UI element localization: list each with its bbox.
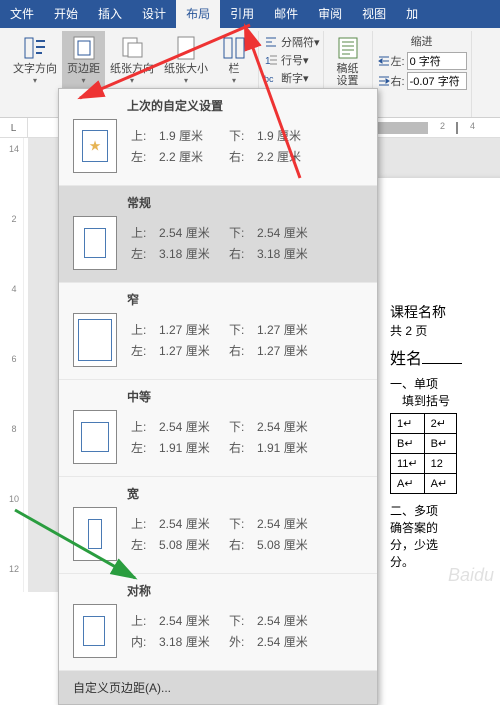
- tab-引用[interactable]: 引用: [220, 0, 264, 28]
- ruler-corner[interactable]: L: [0, 118, 28, 138]
- vruler-tick: 6: [4, 354, 24, 364]
- tab-视图[interactable]: 视图: [352, 0, 396, 28]
- margin-thumb-icon: ★: [73, 119, 117, 173]
- svg-text:1: 1: [265, 56, 271, 67]
- margin-thumb-icon: [73, 410, 117, 464]
- table-cell: B↵: [424, 434, 456, 454]
- vruler-tick: 2: [4, 214, 24, 224]
- doc-section1: 一、单项: [390, 375, 500, 392]
- table-cell: 1↵: [391, 414, 425, 434]
- doc-title: 课程名称: [390, 302, 500, 322]
- doc-section2: 二、多项: [390, 502, 500, 519]
- table-cell: A↵: [424, 474, 456, 494]
- indent-right-icon: [377, 74, 391, 88]
- doc-hint2: 确答案的: [390, 519, 500, 536]
- document-page: 课程名称 共 2 页 姓名 一、单项 填到括号 1↵2↵B↵B↵11↵12A↵A…: [378, 178, 500, 592]
- doc-pages: 共 2 页: [390, 322, 500, 339]
- doc-table: 1↵2↵B↵B↵11↵12A↵A↵: [390, 413, 457, 494]
- text-direction-button[interactable]: 文字方向▾: [8, 31, 62, 89]
- table-cell: 11↵: [391, 454, 425, 474]
- line-numbers-button[interactable]: 1行号 ▾: [264, 51, 320, 69]
- tab-审阅[interactable]: 审阅: [308, 0, 352, 28]
- margin-thumb-icon: [73, 313, 117, 367]
- vruler-tick: 10: [4, 494, 24, 504]
- columns-button[interactable]: 栏▾: [213, 31, 255, 89]
- margin-thumb-icon: [73, 507, 117, 561]
- vruler-tick: 14: [4, 144, 24, 154]
- margin-preset-窄[interactable]: 窄 上:1.27 厘米下:1.27 厘米 左:1.27 厘米右:1.27 厘米: [59, 283, 377, 380]
- horizontal-ruler-right: 2 4: [378, 118, 500, 138]
- margin-thumb-icon: [73, 216, 117, 270]
- margins-dropdown: 上次的自定义设置 ★ 上:1.9 厘米下:1.9 厘米 左:2.2 厘米右:2.…: [58, 88, 378, 705]
- tab-插入[interactable]: 插入: [88, 0, 132, 28]
- margin-preset-常规[interactable]: 常规 上:2.54 厘米下:2.54 厘米 左:3.18 厘米右:3.18 厘米: [59, 186, 377, 283]
- indent-left-icon: [377, 54, 391, 68]
- paper-settings-button[interactable]: 稿纸设置: [327, 31, 369, 91]
- breaks-icon: [264, 35, 278, 49]
- vruler-tick: 12: [4, 564, 24, 574]
- margin-thumb-icon: [73, 604, 117, 658]
- hyphen-icon: bc: [264, 71, 278, 85]
- linenum-icon: 1: [264, 53, 278, 67]
- indent-left-input[interactable]: [407, 52, 467, 70]
- indent-right-input[interactable]: [407, 72, 467, 90]
- hyphenation-button[interactable]: bc断字 ▾: [264, 69, 320, 87]
- vertical-ruler: 14 2 4 6 8 10 12: [4, 138, 24, 592]
- custom-margins-button[interactable]: 自定义页边距(A)...: [59, 671, 377, 704]
- size-button[interactable]: 纸张大小▾: [159, 31, 213, 89]
- tab-文件[interactable]: 文件: [0, 0, 44, 28]
- tab-开始[interactable]: 开始: [44, 0, 88, 28]
- margin-preset-对称[interactable]: 对称 上:2.54 厘米下:2.54 厘米 内:3.18 厘米外:2.54 厘米: [59, 574, 377, 671]
- margin-preset-上次的自定义设置[interactable]: 上次的自定义设置 ★ 上:1.9 厘米下:1.9 厘米 左:2.2 厘米右:2.…: [59, 89, 377, 186]
- doc-hint3: 分，少选: [390, 536, 500, 553]
- tab-加[interactable]: 加: [396, 0, 428, 28]
- svg-text:bc: bc: [264, 74, 274, 84]
- table-cell: 12: [424, 454, 456, 474]
- margin-preset-宽[interactable]: 宽 上:2.54 厘米下:2.54 厘米 左:5.08 厘米右:5.08 厘米: [59, 477, 377, 574]
- vruler-tick: 4: [4, 284, 24, 294]
- breaks-button[interactable]: 分隔符 ▾: [264, 33, 320, 51]
- table-cell: B↵: [391, 434, 425, 454]
- tab-设计[interactable]: 设计: [132, 0, 176, 28]
- orientation-button[interactable]: 纸张方向▾: [105, 31, 159, 89]
- watermark: Baidu: [448, 565, 494, 586]
- margin-preset-中等[interactable]: 中等 上:2.54 厘米下:2.54 厘米 左:1.91 厘米右:1.91 厘米: [59, 380, 377, 477]
- table-cell: 2↵: [424, 414, 456, 434]
- tab-布局[interactable]: 布局: [176, 0, 220, 28]
- table-cell: A↵: [391, 474, 425, 494]
- menu-tabs: 文件开始插入设计布局引用邮件审阅视图加: [0, 0, 500, 28]
- vruler-tick: 8: [4, 424, 24, 434]
- indent-group: 缩进 左: 右:: [373, 31, 472, 117]
- tab-邮件[interactable]: 邮件: [264, 0, 308, 28]
- doc-name: 姓名: [390, 345, 500, 369]
- doc-hint1: 填到括号: [402, 392, 500, 409]
- margins-button[interactable]: 页边距▾: [62, 31, 105, 89]
